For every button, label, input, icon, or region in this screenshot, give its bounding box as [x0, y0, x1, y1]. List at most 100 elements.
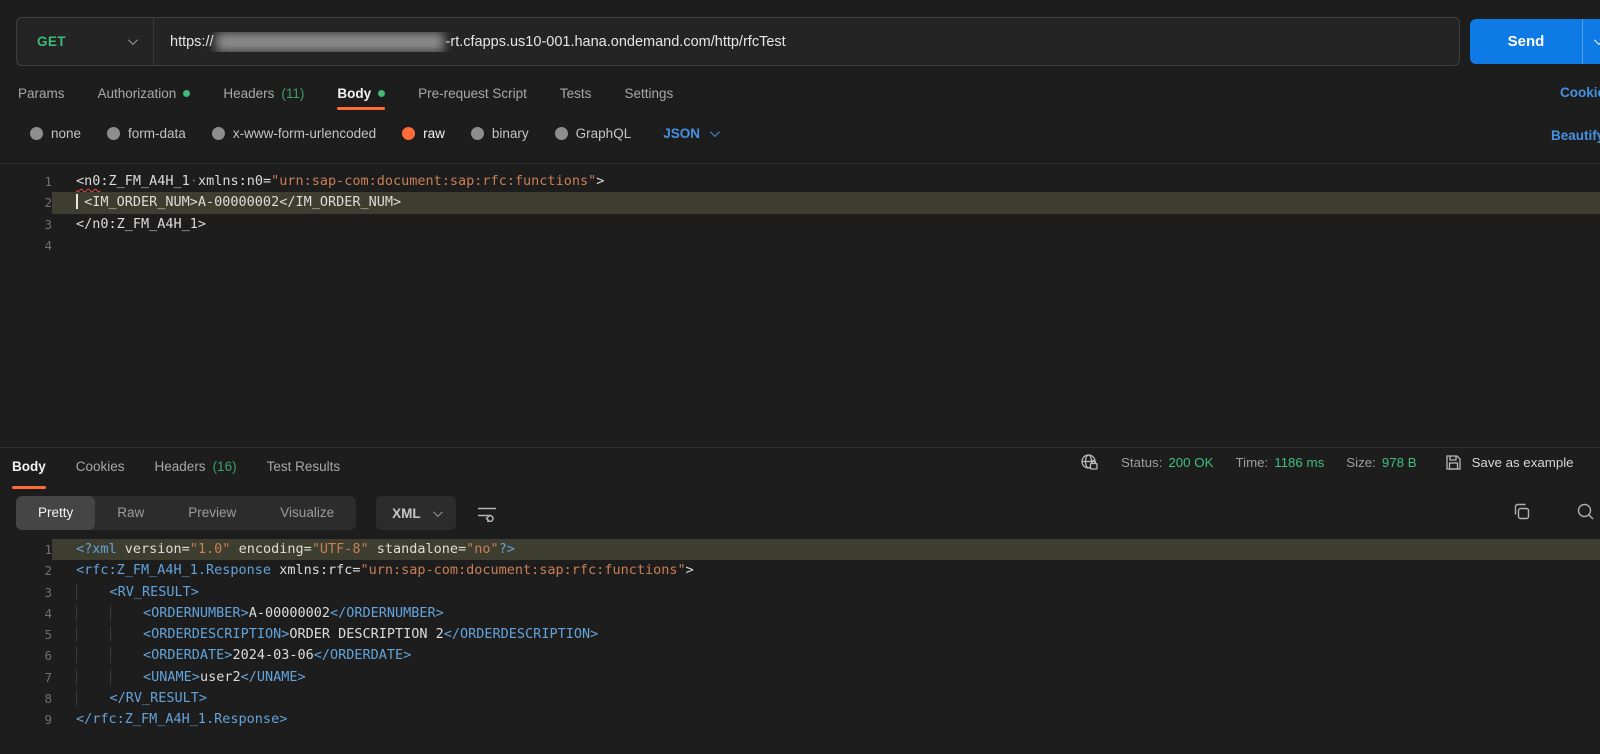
code-line: 9 </rfc:Z_FM_A4H_1.Response>: [0, 709, 1600, 730]
wrap-text-icon[interactable]: [476, 504, 498, 522]
radio-icon: [555, 127, 568, 140]
chevron-down-icon: [710, 127, 720, 137]
code-line: 1<n0:Z_FM_A4H_1·xmlns:n0="urn:sap-com:do…: [0, 171, 1600, 192]
code-token: </RV_RESULT>: [110, 690, 208, 706]
tab-count-badge: (11): [281, 86, 304, 101]
code-content[interactable]: </RV_RESULT>: [52, 688, 1600, 709]
code-line: 3</n0:Z_FM_A4H_1>: [0, 214, 1600, 235]
body-type-form-data[interactable]: form-data: [107, 126, 186, 141]
body-type-binary[interactable]: binary: [471, 126, 529, 141]
radio-label: GraphQL: [576, 126, 632, 141]
tab-body[interactable]: Body: [337, 82, 385, 104]
tab-label: Body: [337, 86, 371, 101]
request-tabs: Params Authorization Headers(11) Body Pre-re…: [18, 82, 673, 104]
radio-label: x-www-form-urlencoded: [233, 126, 376, 141]
line-number: 1: [0, 171, 52, 192]
code-content[interactable]: <?xml version="1.0" encoding="UTF-8" sta…: [52, 539, 1600, 560]
radio-label: raw: [423, 126, 445, 141]
tab-tests[interactable]: Tests: [560, 82, 592, 104]
code-line: 7 <UNAME>user2</UNAME>: [0, 667, 1600, 688]
tab-label: Test Results: [267, 459, 341, 474]
network-status-icon: [1080, 453, 1099, 472]
code-token: <ORDERDESCRIPTION>: [143, 626, 289, 642]
view-tab-pretty[interactable]: Pretty: [16, 496, 95, 530]
code-content[interactable]: <ORDERNUMBER>A-00000002</ORDERNUMBER>: [52, 603, 1600, 624]
tab-label: Tests: [560, 86, 592, 101]
indent-guide: [110, 626, 144, 642]
tab-label: Body: [12, 459, 46, 474]
view-tab-visualize[interactable]: Visualize: [258, 496, 356, 530]
search-response-icon[interactable]: [1576, 502, 1595, 521]
code-token: "UTF-8": [312, 541, 369, 557]
code-token: ·: [190, 173, 198, 189]
indent-guide: [76, 626, 110, 642]
response-tab-test-results[interactable]: Test Results: [267, 455, 341, 477]
response-tab-headers[interactable]: Headers(16): [155, 455, 237, 477]
code-content[interactable]: [52, 235, 1600, 256]
code-content[interactable]: <n0:Z_FM_A4H_1·xmlns:n0="urn:sap-com:doc…: [52, 171, 1600, 192]
response-tab-body[interactable]: Body: [12, 455, 46, 477]
line-number: 7: [0, 667, 52, 688]
tab-authorization[interactable]: Authorization: [98, 82, 191, 104]
size-pair: Size: 978 B: [1346, 455, 1416, 470]
tab-pre-request-script[interactable]: Pre-request Script: [418, 82, 527, 104]
code-token: "1.0": [190, 541, 231, 557]
view-tab-raw[interactable]: Raw: [95, 496, 166, 530]
request-url-input[interactable]: https:// -rt.cfapps.us10-001.hana.ondema…: [154, 32, 1459, 52]
tab-headers[interactable]: Headers(11): [223, 82, 304, 104]
request-body-editor[interactable]: 1<n0:Z_FM_A4H_1·xmlns:n0="urn:sap-com:do…: [0, 163, 1600, 447]
code-token: <rfc:Z_FM_A4H_1.Response: [76, 562, 271, 578]
code-content[interactable]: </n0:Z_FM_A4H_1>: [52, 214, 1600, 235]
format-label: XML: [392, 506, 421, 521]
code-token: </n0:Z_FM_A4H_1>: [76, 216, 206, 232]
response-tab-cookies[interactable]: Cookies: [76, 455, 125, 477]
send-options-chevron-icon[interactable]: [1594, 35, 1600, 45]
code-content[interactable]: <rfc:Z_FM_A4H_1.Response xmlns:rfc="urn:…: [52, 560, 1600, 581]
code-content[interactable]: <UNAME>user2</UNAME>: [52, 667, 1600, 688]
line-number: 4: [0, 603, 52, 624]
raw-language-select[interactable]: JSON: [663, 126, 717, 141]
response-body-editor[interactable]: 1<?xml version="1.0" encoding="UTF-8" st…: [0, 533, 1600, 754]
tab-settings[interactable]: Settings: [624, 82, 673, 104]
copy-response-icon[interactable]: [1512, 502, 1531, 521]
code-line: 6 <ORDERDATE>2024-03-06</ORDERDATE>: [0, 645, 1600, 666]
view-tab-preview[interactable]: Preview: [166, 496, 258, 530]
tab-params[interactable]: Params: [18, 82, 65, 104]
code-token: A-00000002: [249, 605, 330, 621]
code-token: </rfc:Z_FM_A4H_1.Response>: [76, 711, 287, 727]
code-content[interactable]: <IM_ORDER_NUM>A-00000002</IM_ORDER_NUM>: [52, 192, 1600, 213]
line-number: 1: [0, 539, 52, 560]
time-label: Time:: [1235, 455, 1268, 470]
code-token: <n0: [76, 173, 100, 189]
url-suffix: -rt.cfapps.us10-001.hana.ondemand.com/ht…: [446, 34, 786, 50]
code-line: 2 <IM_ORDER_NUM>A-00000002</IM_ORDER_NUM…: [0, 192, 1600, 213]
body-type-raw[interactable]: raw: [402, 126, 445, 141]
tab-label: Params: [18, 86, 65, 101]
tab-label: Headers: [155, 459, 206, 474]
body-type-x-www-form-urlencoded[interactable]: x-www-form-urlencoded: [212, 126, 376, 141]
code-token: <ORDERNUMBER>: [143, 605, 249, 621]
body-type-options: none form-data x-www-form-urlencoded raw bin…: [30, 126, 717, 141]
code-token: ?>: [499, 541, 515, 557]
send-button-label: Send: [1470, 33, 1582, 50]
code-content[interactable]: <ORDERDATE>2024-03-06</ORDERDATE>: [52, 645, 1600, 666]
code-content[interactable]: </rfc:Z_FM_A4H_1.Response>: [52, 709, 1600, 730]
line-number: 9: [0, 709, 52, 730]
chevron-down-icon: [433, 507, 443, 517]
code-line: 5 <ORDERDESCRIPTION>ORDER DESCRIPTION 2<…: [0, 624, 1600, 645]
body-type-none[interactable]: none: [30, 126, 81, 141]
save-as-example-button[interactable]: Save as example: [1445, 454, 1574, 471]
url-prefix: https://: [170, 34, 214, 50]
send-button[interactable]: Send: [1470, 19, 1600, 64]
size-label: Size:: [1346, 455, 1376, 470]
save-as-example-label: Save as example: [1472, 455, 1574, 470]
method-select[interactable]: GET: [17, 18, 153, 65]
line-number: 4: [0, 235, 52, 256]
code-content[interactable]: <ORDERDESCRIPTION>ORDER DESCRIPTION 2</O…: [52, 624, 1600, 645]
cookies-link[interactable]: Cookies: [1560, 85, 1600, 100]
beautify-link[interactable]: Beautify: [1551, 128, 1600, 143]
body-type-graphql[interactable]: GraphQL: [555, 126, 632, 141]
code-content[interactable]: <RV_RESULT>: [52, 582, 1600, 603]
format-select[interactable]: XML: [376, 496, 456, 530]
radio-icon: [402, 127, 415, 140]
